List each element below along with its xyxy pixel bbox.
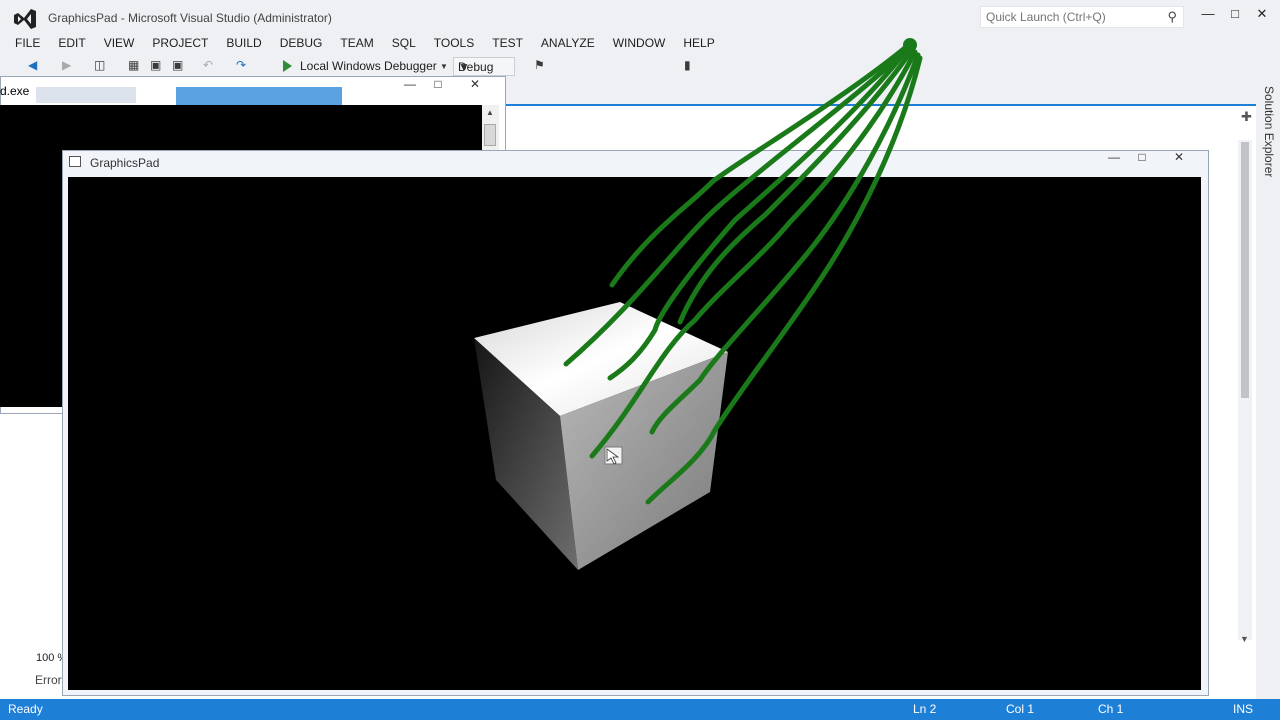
- status-line: Ln 2: [913, 702, 937, 716]
- scene-overlay: [474, 38, 923, 570]
- status-bar: Ready Ln 2 Col 1 Ch 1 INS: [0, 699, 1280, 720]
- status-insert-mode: INS: [1233, 702, 1254, 716]
- cube: [474, 302, 728, 570]
- status-ready: Ready: [8, 702, 43, 716]
- status-character: Ch 1: [1098, 702, 1124, 716]
- mouse-cursor-icon: [604, 446, 623, 465]
- status-column: Col 1: [1006, 702, 1035, 716]
